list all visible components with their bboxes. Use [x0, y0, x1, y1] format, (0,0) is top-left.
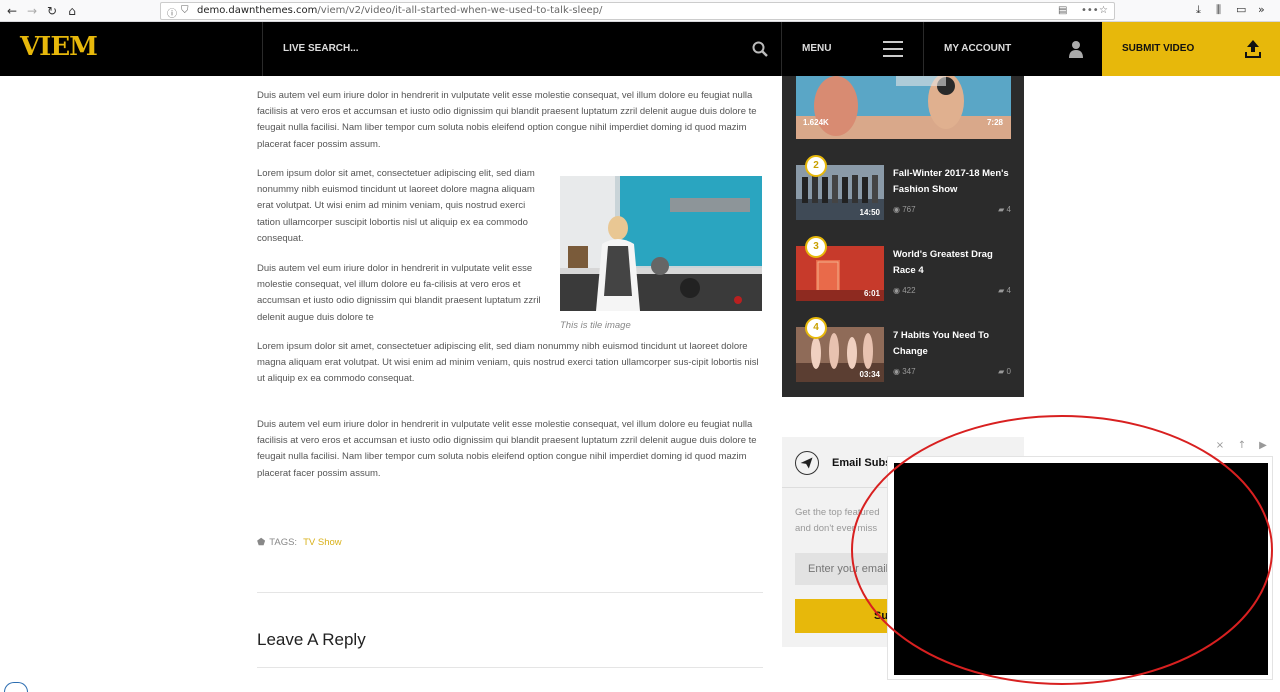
comments-count: 4 — [1006, 205, 1011, 214]
image-caption: This is tile image — [560, 320, 631, 331]
section-divider — [257, 592, 763, 593]
video-duration: 7:28 — [986, 118, 1003, 127]
tags-label: TAGS: — [269, 537, 298, 548]
video-title[interactable]: World's Greatest Drag Race 4 — [893, 247, 1011, 279]
video-thumbnail-image — [796, 76, 1011, 139]
my-account-button[interactable]: MY ACCOUNT — [944, 43, 1011, 54]
views-count: 767 — [902, 205, 916, 214]
paper-plane-icon — [795, 451, 819, 475]
comments-icon: ▰ — [998, 286, 1005, 295]
video-meta: ◉ 767 ▰ 4 — [893, 205, 1011, 214]
reload-icon[interactable]: ↻ — [44, 3, 60, 19]
partial-icon — [4, 682, 28, 692]
video-screen[interactable] — [894, 463, 1268, 675]
article-paragraph: Lorem ipsum dolor sit amet, consectetuer… — [257, 341, 759, 385]
user-icon[interactable] — [1069, 40, 1083, 58]
overflow-icon[interactable]: » — [1258, 3, 1265, 16]
list-item[interactable]: 3 6:01 World's Greatest Drag Race 4 ◉ 42… — [796, 236, 1011, 301]
views-count: 422 — [902, 286, 916, 295]
url-host: demo.dawnthemes.com — [197, 5, 318, 16]
floating-video-player[interactable] — [887, 456, 1273, 680]
more-actions-icon[interactable]: ••• — [1081, 5, 1099, 16]
rank-badge: 2 — [805, 155, 827, 177]
play-icon[interactable]: ▶ — [1257, 440, 1269, 452]
email-desc-line: Get the top featured — [795, 507, 880, 518]
shield-icon[interactable]: ⛉ — [181, 5, 189, 16]
bookmark-star-icon[interactable]: ☆ — [1099, 5, 1108, 16]
live-search-input[interactable]: LIVE SEARCH... — [283, 43, 359, 54]
tags-row: ⬟ TAGS: TV Show — [257, 537, 342, 548]
comments-icon: ▰ — [998, 367, 1005, 376]
scroll-up-icon[interactable]: ↑ — [1236, 440, 1248, 452]
info-icon[interactable]: ⓘ — [167, 5, 177, 20]
tag-link[interactable]: TV Show — [303, 537, 342, 548]
video-meta: ◉ 347 ▰ 0 — [893, 367, 1011, 376]
url-bar[interactable]: ⓘ ⛉ demo.dawnthemes.com/viem/v2/video/it… — [160, 2, 1115, 20]
reply-heading: Leave A Reply — [257, 630, 366, 649]
video-duration: 03:34 — [859, 370, 880, 379]
email-description: Get the top featured and don't ever miss — [795, 505, 880, 537]
header-divider — [262, 22, 263, 76]
search-icon[interactable] — [752, 41, 768, 57]
popular-videos-widget: 1.624K 7:28 2 14:50 Fall-Winter 2017-18 … — [782, 76, 1024, 397]
reader-view-icon[interactable]: ▤ — [1058, 5, 1067, 16]
browser-toolbar: ← → ↻ ⌂ ⓘ ⛉ demo.dawnthemes.com/viem/v2/… — [0, 0, 1280, 22]
views-icon: ◉ — [893, 205, 900, 214]
comments-count: 4 — [1006, 286, 1011, 295]
views-icon: ◉ — [893, 286, 900, 295]
submit-video-label: SUBMIT VIDEO — [1122, 43, 1195, 54]
views-count: 347 — [902, 367, 916, 376]
email-widget-title: Email Subs — [832, 457, 892, 469]
comments-count: 0 — [1006, 367, 1011, 376]
header-divider — [781, 22, 782, 76]
rank-badge: 4 — [805, 317, 827, 339]
article-paragraph: Duis autem vel eum iriure dolor in hendr… — [257, 263, 541, 323]
rank-badge: 3 — [805, 236, 827, 258]
submit-video-button[interactable]: SUBMIT VIDEO — [1102, 22, 1280, 76]
header-divider — [923, 22, 924, 76]
comments-icon: ▰ — [998, 205, 1005, 214]
article-paragraph: Lorem ipsum dolor sit amet, consectetuer… — [257, 168, 535, 244]
site-logo[interactable]: VIEM — [20, 32, 98, 62]
views-icon: ◉ — [893, 367, 900, 376]
video-title[interactable]: Fall-Winter 2017-18 Men's Fashion Show — [893, 166, 1011, 198]
article-image[interactable] — [560, 176, 762, 311]
list-item[interactable]: 2 14:50 Fall-Winter 2017-18 Men's Fashio… — [796, 155, 1011, 220]
download-icon[interactable]: ⤓ — [1196, 3, 1201, 17]
tag-icon: ⬟ — [257, 537, 266, 548]
back-icon[interactable]: ← — [4, 3, 20, 19]
sidebar-toggle-icon[interactable]: ▭ — [1236, 3, 1246, 16]
article-paragraph: Duis autem vel eum iriure dolor in hendr… — [257, 419, 757, 479]
article-paragraph: Duis autem vel eum iriure dolor in hendr… — [257, 90, 757, 150]
hamburger-icon[interactable] — [883, 41, 903, 57]
list-item[interactable]: 4 03:34 7 Habits You Need To Change ◉ 34… — [796, 317, 1011, 382]
close-icon[interactable]: × — [1214, 440, 1226, 452]
url-text: demo.dawnthemes.com/viem/v2/video/it-all… — [197, 5, 602, 16]
site-header: VIEM LIVE SEARCH... MENU MY ACCOUNT SUBM… — [0, 22, 1280, 76]
video-thumbnail[interactable]: 1.624K 7:28 — [796, 76, 1011, 139]
library-icon[interactable]: ⫼ — [1216, 3, 1221, 17]
video-title[interactable]: 7 Habits You Need To Change — [893, 328, 1011, 360]
section-divider — [257, 667, 763, 668]
url-path: /viem/v2/video/it-all-started-when-we-us… — [317, 5, 603, 16]
video-meta: ◉ 422 ▰ 4 — [893, 286, 1011, 295]
upload-icon — [1245, 40, 1261, 58]
video-duration: 14:50 — [859, 208, 880, 217]
video-duration: 6:01 — [863, 289, 880, 298]
forward-icon[interactable]: → — [24, 3, 40, 19]
likes-count: 1.624K — [803, 118, 829, 127]
email-desc-line: and don't ever miss — [795, 523, 878, 534]
home-icon[interactable]: ⌂ — [64, 3, 80, 19]
menu-button[interactable]: MENU — [802, 43, 831, 54]
